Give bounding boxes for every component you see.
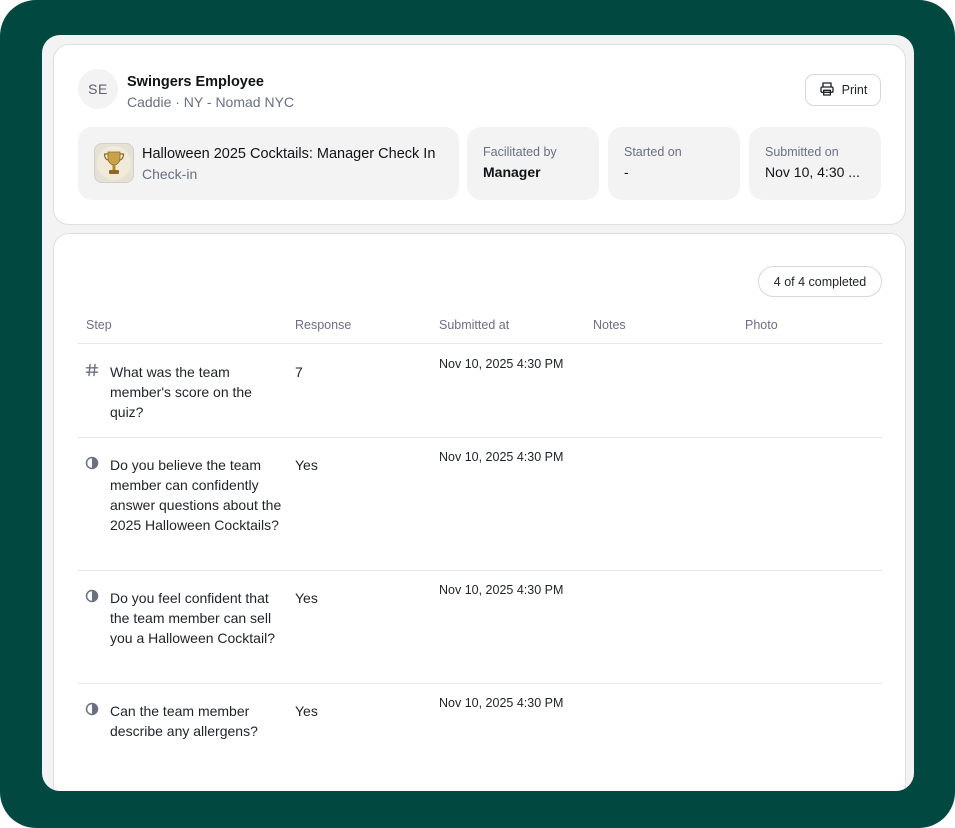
employee-name: Swingers Employee	[127, 74, 264, 90]
started-on-value: -	[624, 164, 629, 180]
response-value: Yes	[295, 457, 318, 473]
started-on-label: Started on	[624, 145, 682, 159]
table-row[interactable]: Do you feel confident that the team memb…	[78, 571, 882, 684]
column-header-response: Response	[295, 318, 352, 332]
step-text: Can the team member describe any allerge…	[110, 703, 258, 739]
submitted-at-value: Nov 10, 2025 4:30 PM	[439, 583, 564, 597]
checkin-title: Halloween 2025 Cocktails: Manager Check …	[142, 146, 436, 162]
window: SE Swingers Employee Caddie · NY - Nomad…	[42, 35, 914, 791]
completed-badge: 4 of 4 completed	[758, 266, 882, 297]
half-circle-icon	[85, 456, 99, 470]
printer-icon	[819, 81, 835, 100]
column-header-notes: Notes	[593, 318, 626, 332]
avatar: SE	[78, 69, 118, 109]
table-row[interactable]: Can the team member describe any allerge…	[78, 684, 882, 764]
employee-subtitle: Caddie · NY - Nomad NYC	[127, 94, 295, 110]
checkin-type: Check-in	[142, 166, 198, 182]
response-value: 7	[295, 364, 303, 380]
app-frame: SE Swingers Employee Caddie · NY - Nomad…	[0, 0, 955, 828]
step-text: Do you believe the team member can confi…	[110, 457, 282, 533]
submitted-on-tile: Submitted on Nov 10, 4:30 ...	[749, 127, 881, 200]
submitted-on-label: Submitted on	[765, 145, 839, 159]
hash-icon	[85, 363, 99, 377]
facilitated-by-value: Manager	[483, 164, 541, 180]
column-header-photo: Photo	[745, 318, 778, 332]
trophy-icon	[94, 143, 134, 183]
steps-card: 4 of 4 completed Step Response Submitted…	[53, 233, 906, 791]
column-header-step: Step	[86, 318, 112, 332]
table-row[interactable]: Do you believe the team member can confi…	[78, 438, 882, 571]
half-circle-icon	[85, 589, 99, 603]
checkin-tile[interactable]: Halloween 2025 Cocktails: Manager Check …	[78, 127, 459, 200]
facilitated-by-label: Facilitated by	[483, 145, 557, 159]
started-on-tile: Started on -	[608, 127, 740, 200]
checkin-summary-card: SE Swingers Employee Caddie · NY - Nomad…	[53, 44, 906, 225]
column-header-submitted-at: Submitted at	[439, 318, 510, 332]
submitted-at-value: Nov 10, 2025 4:30 PM	[439, 696, 564, 710]
half-circle-icon	[85, 702, 99, 716]
step-text: Do you feel confident that the team memb…	[110, 590, 275, 646]
response-value: Yes	[295, 703, 318, 719]
facilitated-by-tile: Facilitated by Manager	[467, 127, 599, 200]
submitted-at-value: Nov 10, 2025 4:30 PM	[439, 450, 564, 464]
step-text: What was the team member's score on the …	[110, 364, 252, 420]
table-row[interactable]: What was the team member's score on the …	[78, 345, 882, 438]
response-value: Yes	[295, 590, 318, 606]
submitted-at-value: Nov 10, 2025 4:30 PM	[439, 357, 564, 371]
print-button[interactable]: Print	[805, 74, 881, 106]
print-label: Print	[841, 83, 868, 97]
table-header: Step Response Submitted at Notes Photo	[78, 318, 882, 344]
submitted-on-value: Nov 10, 4:30 ...	[765, 164, 860, 180]
